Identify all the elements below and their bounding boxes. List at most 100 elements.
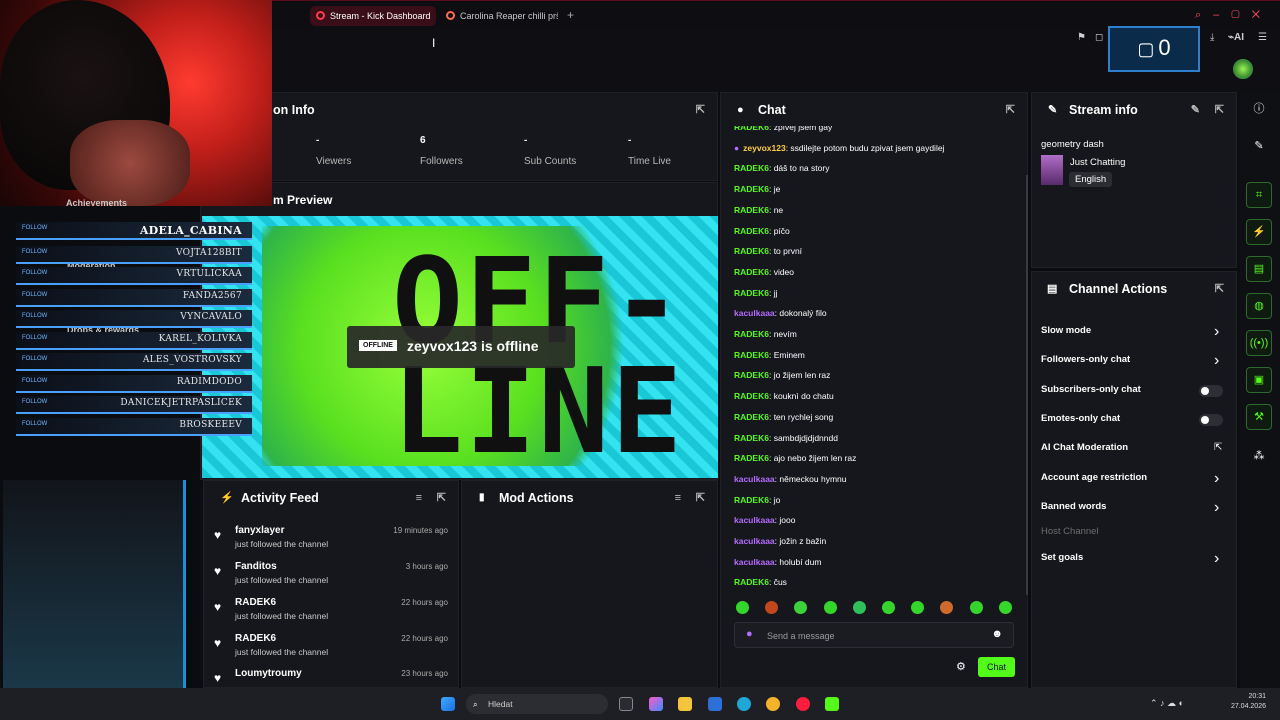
- clip-icon[interactable]: ⌗: [1246, 182, 1272, 208]
- tab-carolina-reaper[interactable]: Carolina Reaper chilli pršá: [440, 6, 558, 26]
- download-icon[interactable]: ⤓: [1210, 32, 1214, 43]
- taskbar-search[interactable]: ⌕ Hledat: [466, 694, 608, 714]
- profile-avatar[interactable]: [1233, 59, 1253, 79]
- popout-icon[interactable]: ⇱: [1215, 93, 1224, 127]
- filter-icon[interactable]: ≡: [416, 481, 422, 515]
- chat-username[interactable]: RADEK6: [734, 163, 769, 173]
- window-controls[interactable]: ⌕–▢✕: [1195, 9, 1272, 22]
- toggle-switch[interactable]: [1199, 414, 1223, 426]
- start-icon[interactable]: [441, 697, 455, 711]
- tray-icons[interactable]: ⌃ ♪ ☁ ◐: [1150, 698, 1184, 709]
- opera-gx-icon[interactable]: [796, 697, 810, 711]
- activity-user[interactable]: RADEK6: [235, 597, 276, 608]
- send-chat-button[interactable]: Chat: [978, 657, 1015, 677]
- chevron-right-icon[interactable]: ›: [1214, 470, 1219, 488]
- chat-username[interactable]: RADEK6: [734, 433, 769, 443]
- popout-icon[interactable]: ⇱: [437, 481, 446, 515]
- snapshot-icon[interactable]: ◻: [1095, 32, 1103, 43]
- chat-username[interactable]: RADEK6: [734, 267, 769, 277]
- chat-username[interactable]: RADEK6: [734, 184, 769, 194]
- chevron-right-icon[interactable]: ›: [1214, 323, 1219, 341]
- activity-user[interactable]: Loumytroumy: [235, 668, 302, 679]
- popout-icon[interactable]: ⇱: [696, 481, 705, 515]
- file-explorer-icon[interactable]: [678, 697, 692, 711]
- channel-action-item[interactable]: Set goals: [1041, 552, 1083, 563]
- popout-icon[interactable]: ⇱: [696, 93, 705, 127]
- taskbar-clock[interactable]: 20:31 27.04.2026: [1231, 692, 1266, 712]
- copilot-icon[interactable]: [649, 697, 663, 711]
- chat-username[interactable]: RADEK6: [734, 370, 769, 380]
- task-view-icon[interactable]: [619, 697, 633, 711]
- emote-icon[interactable]: [852, 601, 866, 614]
- emote-icon[interactable]: [736, 601, 749, 614]
- ai-button[interactable]: ⌁AI: [1228, 32, 1244, 43]
- chat-panel: ● Chat ⇱: [720, 92, 1028, 688]
- chevron-right-icon[interactable]: ›: [1214, 352, 1219, 370]
- channel-action-item[interactable]: Subscribers-only chat: [1041, 384, 1141, 395]
- chat-username[interactable]: RADEK6: [734, 412, 769, 422]
- popout-icon[interactable]: ⇱: [1215, 272, 1224, 306]
- emoji-picker-icon[interactable]: ☻: [991, 628, 1003, 640]
- store-icon[interactable]: [708, 697, 722, 711]
- broadcast-icon[interactable]: ((•)): [1246, 330, 1272, 356]
- external-link-icon[interactable]: ⇱: [1214, 442, 1222, 453]
- chat-username[interactable]: RADEK6: [734, 205, 769, 215]
- chat-username[interactable]: RADEK6: [734, 350, 769, 360]
- wrench-icon[interactable]: ⚒: [1246, 404, 1272, 430]
- mic-icon[interactable]: ●: [746, 628, 753, 640]
- nodes-icon[interactable]: ⁂: [1246, 444, 1272, 470]
- emote-icon[interactable]: [969, 601, 983, 614]
- channel-action-item[interactable]: Slow mode: [1041, 325, 1091, 336]
- tab-kick-dashboard[interactable]: Stream - Kick Dashboard: [310, 6, 436, 26]
- pen-icon[interactable]: ✎: [1246, 134, 1272, 160]
- chat-username[interactable]: kaculkaaa: [734, 474, 775, 484]
- nav-achievements[interactable]: Achievements: [66, 198, 127, 208]
- popout-icon[interactable]: ⇱: [1006, 93, 1015, 127]
- layout-icon[interactable]: ▣: [1246, 367, 1272, 393]
- emote-icon[interactable]: [998, 601, 1012, 614]
- channel-action-item[interactable]: Account age restriction: [1041, 472, 1147, 483]
- filter-icon[interactable]: ≡: [675, 481, 681, 515]
- channel-action-item[interactable]: Banned words: [1041, 501, 1106, 512]
- chrome-icon[interactable]: [766, 697, 780, 711]
- toggle-switch[interactable]: [1199, 385, 1223, 397]
- channel-action-item[interactable]: AI Chat Moderation: [1041, 442, 1128, 453]
- chat-username[interactable]: RADEK6: [734, 329, 769, 339]
- chevron-right-icon[interactable]: ›: [1214, 499, 1219, 517]
- chat-settings-icon[interactable]: ⚙: [956, 660, 966, 673]
- info-icon[interactable]: ⓘ: [1246, 97, 1272, 123]
- chat-username[interactable]: kaculkaaa: [734, 557, 775, 567]
- chat-username[interactable]: zeyvox123: [743, 143, 786, 153]
- chat-username[interactable]: kaculkaaa: [734, 536, 775, 546]
- chat-username[interactable]: RADEK6: [734, 391, 769, 401]
- activity-user[interactable]: Fanditos: [235, 561, 277, 572]
- channel-action-item[interactable]: Host Channel: [1041, 526, 1099, 537]
- menu-icon[interactable]: ☰: [1258, 32, 1267, 43]
- document-icon[interactable]: ▤: [1246, 256, 1272, 282]
- chat-username[interactable]: RADEK6: [734, 453, 769, 463]
- chat-username[interactable]: kaculkaaa: [734, 515, 775, 525]
- chat-username[interactable]: kaculkaaa: [734, 308, 775, 318]
- chat-username[interactable]: RADEK6: [734, 577, 769, 587]
- stream-category[interactable]: Just Chatting: [1070, 157, 1125, 168]
- new-tab-button[interactable]: +: [567, 8, 574, 22]
- bookmark-icon[interactable]: ⚑: [1077, 32, 1086, 43]
- emote-icon[interactable]: [823, 601, 837, 614]
- chat-username[interactable]: RADEK6: [734, 246, 769, 256]
- chat-username[interactable]: RADEK6: [734, 288, 769, 298]
- edit-icon[interactable]: ✎: [1191, 93, 1200, 127]
- chat-scrollbar[interactable]: [1026, 175, 1028, 595]
- emote-icon[interactable]: [882, 601, 895, 614]
- channel-action-item[interactable]: Followers-only chat: [1041, 354, 1130, 365]
- activity-user[interactable]: fanyxlayer: [235, 525, 284, 536]
- channel-action-item[interactable]: Emotes-only chat: [1041, 413, 1120, 424]
- chat-icon[interactable]: ◍: [1246, 293, 1272, 319]
- bolt-icon[interactable]: ⚡: [1246, 219, 1272, 245]
- kick-app-icon[interactable]: [825, 697, 839, 711]
- chat-username[interactable]: RADEK6: [734, 226, 769, 236]
- chevron-right-icon[interactable]: ›: [1214, 550, 1219, 568]
- chat-username[interactable]: RADEK6: [734, 495, 769, 505]
- activity-user[interactable]: RADEK6: [235, 633, 276, 644]
- edge-icon[interactable]: [737, 697, 751, 711]
- chat-input[interactable]: ● Send a message ☻: [734, 622, 1014, 648]
